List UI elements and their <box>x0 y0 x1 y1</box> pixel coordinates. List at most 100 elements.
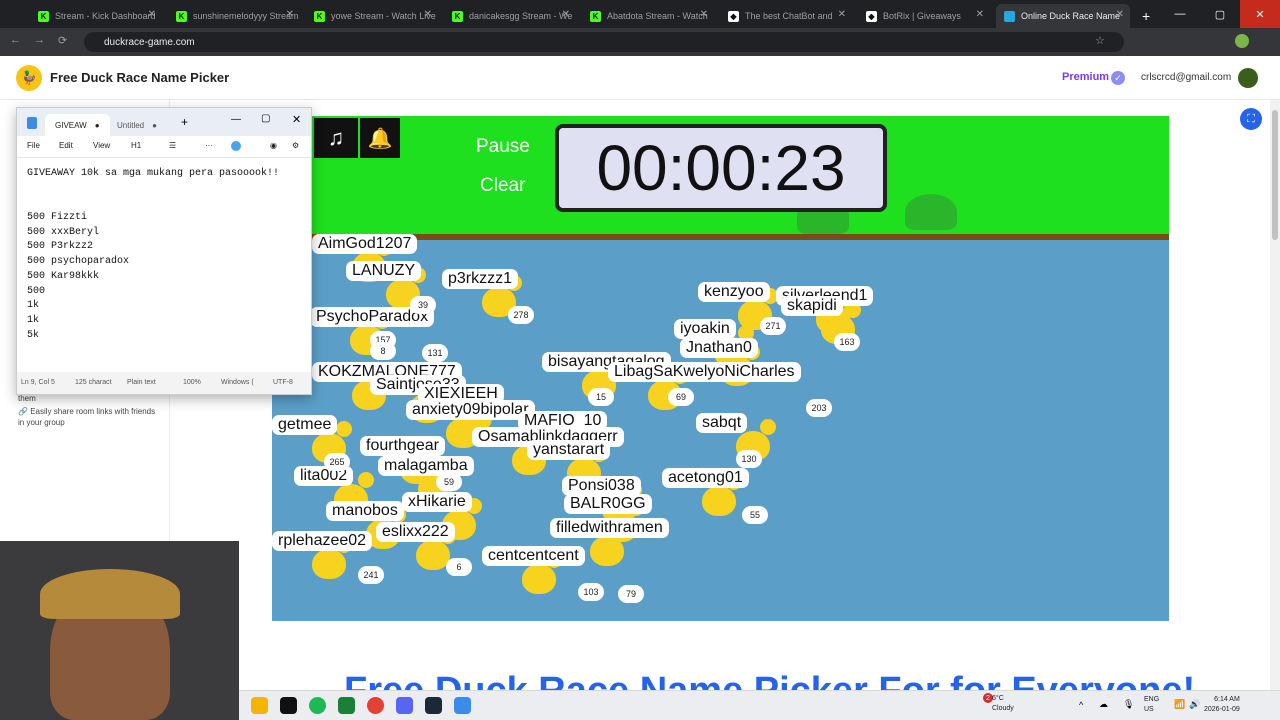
discord-icon[interactable] <box>396 697 413 714</box>
heading-dropdown[interactable]: H1 <box>131 141 141 150</box>
close-icon[interactable]: ✕ <box>562 9 570 20</box>
tray-chevron-icon[interactable]: ^ <box>1079 700 1083 710</box>
reload-icon[interactable]: ⟳ <box>58 34 67 47</box>
notepad-line: 1k <box>27 300 40 312</box>
duck-number-badge: 131 <box>422 344 448 362</box>
gear-icon[interactable]: ⚙ <box>292 141 299 150</box>
kick-studio-icon[interactable] <box>338 697 355 714</box>
notepad-line <box>27 196 301 211</box>
streamer-hair <box>40 569 180 619</box>
music-toggle-button[interactable]: ♫ <box>314 118 358 158</box>
duck-number-badge: 130 <box>736 450 762 468</box>
more-icon[interactable]: ··· <box>205 141 213 150</box>
maximize-icon[interactable]: ▢ <box>261 113 270 124</box>
notepad-window[interactable]: GIVEAW ● Untitled ● + — ▢ ✕ File Edit View… <box>16 107 312 395</box>
close-icon[interactable]: ✕ <box>976 9 984 20</box>
close-icon[interactable]: ✕ <box>1116 9 1124 20</box>
duck-number-badge: 265 <box>324 453 350 471</box>
close-icon[interactable]: ✕ <box>292 113 301 126</box>
kick-icon: K <box>452 10 463 22</box>
close-icon[interactable]: ✕ <box>700 9 708 20</box>
bookmark-star-icon[interactable]: ☆ <box>1095 34 1105 47</box>
minimize-icon[interactable]: — <box>231 114 241 125</box>
browser-tab-2[interactable]: Ksunshinemelodyyy Stream ✕ <box>168 4 300 28</box>
close-icon[interactable]: ✕ <box>286 9 294 20</box>
close-icon[interactable]: ✕ <box>838 9 846 20</box>
wifi-icon[interactable]: 📶 <box>1174 699 1185 710</box>
tiktok-icon[interactable] <box>280 697 297 714</box>
duck-name-label: centcentcent <box>482 546 585 566</box>
volume-icon[interactable]: 🔊 <box>1189 699 1200 710</box>
notepad-tab-giveaw[interactable]: GIVEAW ● <box>45 114 110 136</box>
browser-tab-strip: K Stream - Kick Dashboard ✕ Ksunshinemelod… <box>0 0 1280 28</box>
webcam-overlay <box>0 541 239 720</box>
browser-tab-4[interactable]: Kdanicakesgg Stream - We ✕ <box>444 4 576 28</box>
notepad-text-area[interactable]: GIVEAWAY 10k sa mga mukang pera pasooook… <box>17 158 311 374</box>
file-explorer-icon[interactable] <box>251 697 268 714</box>
menu-file[interactable]: File <box>27 141 40 150</box>
system-clock[interactable]: 6:14 AM 2026-01-09 <box>1204 695 1240 715</box>
close-window-icon[interactable]: ✕ <box>1240 0 1280 28</box>
account-icon[interactable]: ◉ <box>270 141 277 150</box>
bush <box>905 194 957 230</box>
close-icon[interactable]: ✕ <box>148 9 156 20</box>
browser-tab-1[interactable]: K Stream - Kick Dashboard ✕ <box>30 4 162 28</box>
duck-logo-icon[interactable]: 🦆 <box>16 65 42 91</box>
url-field[interactable]: duckrace-game.com <box>84 32 1124 52</box>
kick-icon: K <box>590 10 601 22</box>
fullscreen-icon[interactable]: ⛶ <box>1240 108 1262 130</box>
weather-temp: 6°C <box>992 695 1004 702</box>
back-icon[interactable]: ← <box>10 34 21 46</box>
app-header: 🦆 Free Duck Race Name Picker Premium ✓ c… <box>0 56 1280 100</box>
chrome-icon[interactable] <box>367 697 384 714</box>
scrollbar-thumb[interactable] <box>1272 110 1278 240</box>
browser-tab-7[interactable]: ◆ BotRix | Giveaways ✕ <box>858 4 990 28</box>
clear-button[interactable]: Clear <box>480 175 525 197</box>
page-scrollbar[interactable] <box>1270 100 1280 690</box>
language-indicator[interactable]: ENG US <box>1144 695 1159 715</box>
browser-tab-6[interactable]: ◆ The best ChatBot and ✕ <box>720 4 852 28</box>
tab-label: Stream - Kick Dashboard <box>55 11 156 21</box>
cloud-icon[interactable]: ☁ <box>1099 699 1108 710</box>
tab-label: Online Duck Race Name <box>1021 11 1121 21</box>
duck-race-canvas[interactable]: ♫ 🔔 Pause Clear 00:00:23 AimGod1207 LANUZ… <box>272 116 1169 621</box>
tip-text-1: them <box>18 394 36 403</box>
premium-link[interactable]: Premium <box>1062 71 1109 83</box>
pause-button[interactable]: Pause <box>476 136 530 158</box>
spotify-icon[interactable] <box>309 697 326 714</box>
unsaved-dot-icon: ● <box>94 120 100 130</box>
browser-tab-3[interactable]: Kyowe Stream - Watch Live ✕ <box>306 4 438 28</box>
profile-avatar-icon[interactable] <box>1235 34 1249 48</box>
page-title: Free Duck Race Name Picker <box>50 70 230 85</box>
list-icon[interactable]: ☰ <box>169 141 176 150</box>
duck <box>590 524 630 566</box>
weather-widget[interactable]: 6°C Cloudy <box>992 694 1014 714</box>
duck-name-label: xHikarie <box>402 492 472 512</box>
notepad-line: 500 psychoparadox <box>27 256 130 268</box>
mic-icon[interactable]: 🎙 <box>1123 699 1134 710</box>
forward-icon[interactable]: → <box>34 34 45 46</box>
tip-text-2-label: Easily share room links with friends in … <box>18 407 156 427</box>
maximize-icon[interactable]: ▢ <box>1200 0 1240 28</box>
browser-tab-5[interactable]: K Abatdota Stream - Watch ✕ <box>582 4 714 28</box>
duck-number-badge: 6 <box>446 558 472 576</box>
new-tab-button[interactable]: + <box>1134 4 1154 28</box>
close-icon[interactable]: ✕ <box>424 9 432 20</box>
char-count: 125 charact <box>75 379 112 386</box>
user-avatar[interactable] <box>1238 68 1258 88</box>
duck-name-label: fourthgear <box>360 436 445 456</box>
browser-tab-active[interactable]: Online Duck Race Name ✕ <box>996 4 1130 28</box>
new-tab-icon[interactable]: + <box>181 115 188 129</box>
menu-view[interactable]: View <box>93 141 110 150</box>
steam-icon[interactable] <box>425 697 442 714</box>
tab-label: BotRix | Giveaways <box>883 11 961 21</box>
copilot-icon[interactable] <box>231 141 241 151</box>
duck <box>416 528 456 570</box>
sound-toggle-button[interactable]: 🔔 <box>360 118 400 158</box>
menu-edit[interactable]: Edit <box>59 141 73 150</box>
notepad-taskbar-icon[interactable] <box>454 697 471 714</box>
window-controls: — ▢ ✕ <box>1160 0 1280 28</box>
user-email[interactable]: crlscrcd@gmail.com <box>1141 72 1231 83</box>
minimize-icon[interactable]: — <box>1160 0 1200 28</box>
notepad-tab-untitled[interactable]: Untitled ● <box>107 114 167 136</box>
